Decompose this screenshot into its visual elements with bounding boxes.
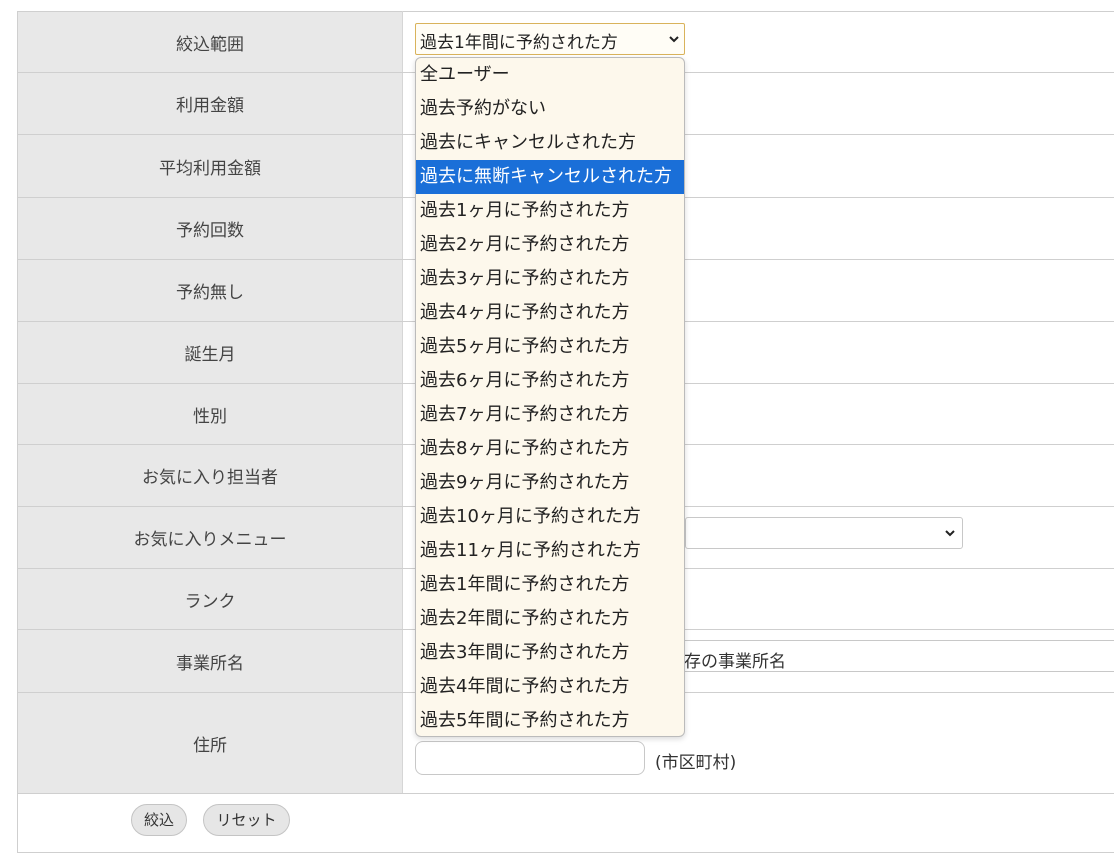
filter-button[interactable]: 絞込 <box>131 804 187 836</box>
filter-range-select[interactable]: 過去1年間に予約された方 <box>415 23 685 55</box>
dropdown-option[interactable]: 過去9ヶ月に予約された方 <box>416 466 684 500</box>
dropdown-option[interactable]: 過去11ヶ月に予約された方 <box>416 534 684 568</box>
birth-month-label: 誕生月 <box>17 321 403 384</box>
dropdown-option[interactable]: 過去予約がない <box>416 92 684 126</box>
chevron-down-icon <box>669 36 679 43</box>
dropdown-option[interactable]: 過去5年間に予約された方 <box>416 704 684 736</box>
gender-label: 性別 <box>17 383 403 445</box>
filter-range-dropdown: 全ユーザー 過去予約がない 過去にキャンセルされた方 過去に無断キャンセルされた… <box>415 57 685 737</box>
usage-amount-label: 利用金額 <box>17 72 403 135</box>
dropdown-option[interactable]: 過去1ヶ月に予約された方 <box>416 194 684 228</box>
reservation-count-label: 予約回数 <box>17 197 403 260</box>
dropdown-option[interactable]: 過去3年間に予約された方 <box>416 636 684 670</box>
dropdown-option[interactable]: 過去2年間に予約された方 <box>416 602 684 636</box>
reset-button[interactable]: リセット <box>203 804 290 836</box>
dropdown-option[interactable]: 過去10ヶ月に予約された方 <box>416 500 684 534</box>
dropdown-option[interactable]: 過去3ヶ月に予約された方 <box>416 262 684 296</box>
dropdown-option[interactable]: 過去2ヶ月に予約された方 <box>416 228 684 262</box>
dropdown-option[interactable]: 過去にキャンセルされた方 <box>416 126 684 160</box>
chevron-down-icon <box>945 530 955 537</box>
favorite-menu-label: お気に入りメニュー <box>17 506 403 569</box>
filter-range-label: 絞込範囲 <box>17 11 403 73</box>
filter-range-select-value: 過去1年間に予約された方 <box>420 33 618 53</box>
favorite-menu-select[interactable] <box>685 517 963 549</box>
dropdown-option[interactable]: 過去8ヶ月に予約された方 <box>416 432 684 466</box>
city-input[interactable] <box>415 741 645 775</box>
dropdown-option[interactable]: 過去6ヶ月に予約された方 <box>416 364 684 398</box>
city-label: (市区町村) <box>655 753 737 773</box>
dropdown-option[interactable]: 過去4年間に予約された方 <box>416 670 684 704</box>
rank-label: ランク <box>17 568 403 630</box>
favorite-staff-label: お気に入り担当者 <box>17 444 403 507</box>
no-reservation-label: 予約無し <box>17 259 403 322</box>
dropdown-option[interactable]: 過去5ヶ月に予約された方 <box>416 330 684 364</box>
dropdown-option[interactable]: 過去7ヶ月に予約された方 <box>416 398 684 432</box>
office-name-label: 事業所名 <box>17 629 403 693</box>
address-label: 住所 <box>17 692 403 794</box>
dropdown-option[interactable]: 過去4ヶ月に予約された方 <box>416 296 684 330</box>
dropdown-option[interactable]: 全ユーザー <box>416 58 684 92</box>
form-actions: 絞込 リセット <box>17 793 1114 853</box>
dropdown-option[interactable]: 過去1年間に予約された方 <box>416 568 684 602</box>
dropdown-option-highlighted[interactable]: 過去に無断キャンセルされた方 <box>416 160 684 194</box>
average-usage-amount-label: 平均利用金額 <box>17 134 403 198</box>
